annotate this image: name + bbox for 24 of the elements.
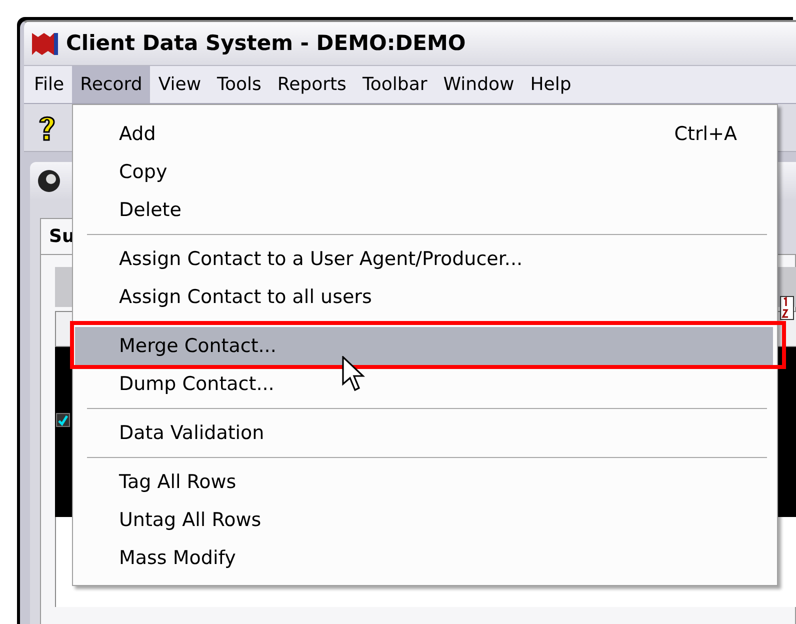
- help-icon[interactable]: [38, 114, 56, 142]
- menu-item[interactable]: Record: [72, 66, 150, 103]
- menu-entry[interactable]: Dump Contact...: [75, 365, 773, 403]
- check-icon: [56, 413, 70, 427]
- menu-item[interactable]: Help: [522, 66, 580, 103]
- menu-entry[interactable]: Delete: [75, 191, 773, 229]
- menu-entry[interactable]: Assign Contact to a User Agent/Producer...: [75, 240, 773, 278]
- menu-entry[interactable]: Merge Contact...: [75, 327, 773, 365]
- menu-item[interactable]: Tools: [209, 66, 270, 103]
- menu-entry[interactable]: Data Validation: [75, 414, 773, 452]
- window-title: Client Data System - DEMO:DEMO: [66, 30, 466, 57]
- menu-item[interactable]: Window: [435, 66, 522, 103]
- menu-item[interactable]: Toolbar: [354, 66, 436, 103]
- menu-item[interactable]: View: [150, 66, 210, 103]
- menu-item[interactable]: File: [26, 66, 72, 103]
- shortcut-text: Ctrl+A: [674, 122, 737, 147]
- menu-entry[interactable]: Tag All Rows: [75, 463, 773, 501]
- menu-entry[interactable]: Copy: [75, 153, 773, 191]
- menu-entry[interactable]: Add Ctrl+A: [75, 115, 773, 153]
- menu-entry[interactable]: Mass Modify: [75, 539, 773, 577]
- menu-entry[interactable]: Untag All Rows: [75, 501, 773, 539]
- menu-item[interactable]: Reports: [269, 66, 354, 103]
- menu-entry[interactable]: Assign Contact to all users: [75, 278, 773, 316]
- mouse-pointer-icon: [342, 356, 366, 392]
